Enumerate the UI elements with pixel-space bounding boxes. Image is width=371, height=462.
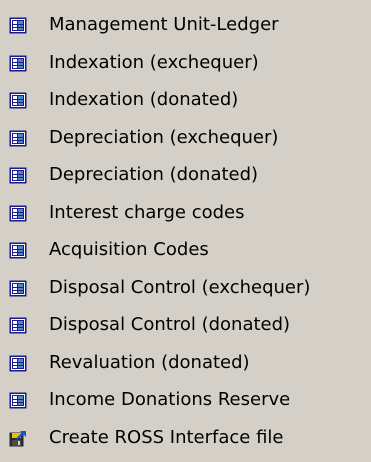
menu-item-label: Indexation (exchequer) bbox=[49, 51, 259, 73]
menu-item-depreciation-donated[interactable]: Depreciation (donated) bbox=[0, 158, 371, 196]
menu-item-label: Acquisition Codes bbox=[49, 239, 209, 260]
form-icon bbox=[9, 355, 27, 372]
menu-item-management-unit-ledger[interactable]: Management Unit-Ledger bbox=[0, 8, 371, 46]
menu-item-disposal-control-exchequer[interactable]: Disposal Control (exchequer) bbox=[0, 271, 371, 309]
form-icon bbox=[9, 205, 27, 222]
menu-item-label: Management Unit-Ledger bbox=[49, 14, 279, 35]
menu-item-label: Revaluation (donated) bbox=[49, 351, 250, 373]
menu-item-create-ross-interface-file[interactable]: Create ROSS Interface file bbox=[0, 421, 371, 459]
menu-item-indexation-donated[interactable]: Indexation (donated) bbox=[0, 83, 371, 121]
menu-item-label: Interest charge codes bbox=[49, 201, 245, 223]
menu-item-income-donations-reserve[interactable]: Income Donations Reserve bbox=[0, 383, 371, 421]
form-icon bbox=[9, 242, 27, 259]
menu-item-revaluation-donated[interactable]: Revaluation (donated) bbox=[0, 346, 371, 384]
menu-item-label: Income Donations Reserve bbox=[49, 389, 291, 410]
form-icon bbox=[9, 130, 27, 147]
form-icon bbox=[9, 55, 27, 72]
popup-menu: Management Unit-Ledger Indexation (exche… bbox=[0, 0, 371, 462]
menu-item-label: Create ROSS Interface file bbox=[49, 426, 284, 448]
export-file-icon bbox=[9, 430, 27, 447]
menu-item-disposal-control-donated[interactable]: Disposal Control (donated) bbox=[0, 308, 371, 346]
form-icon bbox=[9, 317, 27, 334]
menu-item-label: Depreciation (exchequer) bbox=[49, 126, 279, 148]
menu-item-acquisition-codes[interactable]: Acquisition Codes bbox=[0, 233, 371, 271]
form-icon bbox=[9, 280, 27, 297]
form-icon bbox=[9, 92, 27, 109]
form-icon bbox=[9, 17, 27, 34]
menu-item-indexation-exchequer[interactable]: Indexation (exchequer) bbox=[0, 46, 371, 84]
menu-item-label: Disposal Control (donated) bbox=[49, 314, 291, 335]
menu-item-label: Disposal Control (exchequer) bbox=[49, 276, 311, 298]
form-icon bbox=[9, 167, 27, 184]
form-icon bbox=[9, 392, 27, 409]
menu-item-label: Indexation (donated) bbox=[49, 89, 239, 110]
menu-list: Management Unit-Ledger Indexation (exche… bbox=[0, 8, 371, 458]
menu-item-depreciation-exchequer[interactable]: Depreciation (exchequer) bbox=[0, 121, 371, 159]
menu-item-label: Depreciation (donated) bbox=[49, 164, 259, 185]
menu-item-interest-charge-codes[interactable]: Interest charge codes bbox=[0, 196, 371, 234]
